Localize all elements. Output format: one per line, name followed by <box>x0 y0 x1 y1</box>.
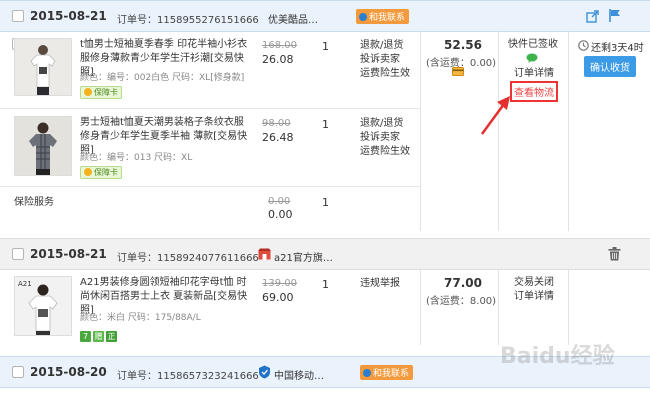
quantity: 1 <box>322 40 329 53</box>
order-number: 订单号：1158955276151666 <box>117 15 259 26</box>
order-status: 快件已签收 <box>508 39 558 50</box>
watermark: Baidu经验 <box>500 344 615 369</box>
order-total: 77.00 <box>444 276 482 290</box>
seven-day-return-badge[interactable]: 7 <box>80 331 91 342</box>
order-status: 交易关闭 <box>514 277 554 288</box>
refund-link[interactable]: 退款/退货 <box>360 39 410 53</box>
quantity: 1 <box>322 118 329 131</box>
order-total: 52.56 <box>444 38 482 52</box>
after-sale-services: 退款/退货 投诉卖家 运费险生效 <box>360 117 410 159</box>
order-number: 订单号：1158657323241666 <box>117 371 259 382</box>
guarantee-badge[interactable]: 保障卡 <box>80 86 122 99</box>
shop-name[interactable]: 中国移动… <box>274 367 324 382</box>
order-checkbox[interactable] <box>12 10 24 22</box>
after-sale-services: 违规举报 <box>360 277 400 291</box>
share-icon[interactable] <box>586 9 600 23</box>
product-image[interactable]: A21 <box>14 276 72 336</box>
complain-link[interactable]: 投诉卖家 <box>360 53 410 67</box>
insurance-quantity: 1 <box>322 196 329 209</box>
service-badges: 7赠正 <box>80 324 119 343</box>
guarantee-icon <box>84 168 92 176</box>
authentic-badge[interactable]: 正 <box>106 331 117 342</box>
chat-icon <box>359 13 367 21</box>
product-image[interactable] <box>14 116 72 176</box>
svg-text:A21: A21 <box>18 280 32 288</box>
shipping-insurance-text: 运费险生效 <box>360 146 410 157</box>
refund-link[interactable]: 退款/退货 <box>360 117 410 131</box>
product-image[interactable] <box>14 38 72 96</box>
shop-icon <box>259 365 270 379</box>
unit-price: 69.00 <box>262 291 294 304</box>
flag-icon[interactable] <box>608 8 622 23</box>
delete-icon[interactable] <box>608 247 621 261</box>
order-checkbox[interactable] <box>12 366 24 378</box>
insurance-label: 保险服务 <box>14 197 54 208</box>
order-date: 2015-08-20 <box>30 365 107 379</box>
unit-price: 26.08 <box>262 53 294 66</box>
order-checkbox[interactable] <box>12 248 24 260</box>
guarantee-icon <box>84 88 92 96</box>
order-date: 2015-08-21 <box>30 247 107 261</box>
report-violation-link[interactable]: 违规举报 <box>360 277 400 291</box>
shop-name[interactable]: a21官方旗… <box>274 249 333 264</box>
card-pay-icon <box>452 67 464 76</box>
annotation-arrow <box>480 96 510 135</box>
confirm-receipt-button[interactable]: 确认收货 <box>584 56 636 77</box>
shop-icon <box>258 248 271 260</box>
order-header: 2015-08-21 订单号：1158955276151666 优美酷品… 和我… <box>0 0 650 32</box>
quantity: 1 <box>322 278 329 291</box>
shop-name[interactable]: 优美酷品… <box>268 11 318 26</box>
product-spec: 颜色：编号：013 尺码：XL <box>80 153 193 163</box>
wangwang-icon[interactable] <box>526 53 538 63</box>
order-number: 订单号：1158924077611666 <box>117 253 259 264</box>
guarantee-badge[interactable]: 保障卡 <box>80 166 122 179</box>
after-sale-services: 退款/退货 投诉卖家 运费险生效 <box>360 39 410 81</box>
unit-price: 26.48 <box>262 131 294 144</box>
product-spec: 颜色：米白 尺码：175/88A/L <box>80 313 201 323</box>
product-spec: 颜色：编号：002白色 尺码：XL[修身款] <box>80 73 245 83</box>
order-header: 2015-08-21 订单号：1158924077611666 a21官方旗… <box>0 238 650 270</box>
order-detail-link[interactable]: 订单详情 <box>514 290 554 304</box>
order-date: 2015-08-21 <box>30 9 107 23</box>
contact-seller-button[interactable]: 和我联系 <box>356 9 410 24</box>
insurance-price: 0.00 <box>268 208 293 221</box>
gift-badge[interactable]: 赠 <box>93 331 104 342</box>
shipping-insurance-text: 运费险生效 <box>360 68 410 79</box>
insurance-original-price: 0.00 <box>268 196 291 207</box>
clock-icon <box>578 40 589 51</box>
original-price: 139.00 <box>262 278 297 289</box>
chat-icon <box>363 369 371 377</box>
countdown-text: 还剩3天4时 <box>591 43 644 54</box>
order-detail-link[interactable]: 订单详情 <box>514 67 554 81</box>
complain-link[interactable]: 投诉卖家 <box>360 131 410 145</box>
original-price: 168.00 <box>262 40 297 51</box>
view-logistics-link[interactable]: 查看物流 <box>510 81 558 102</box>
contact-seller-button[interactable]: 和我联系 <box>360 365 414 380</box>
shipping-fee: (含运费：8.00) <box>426 296 497 307</box>
original-price: 98.00 <box>262 118 291 129</box>
